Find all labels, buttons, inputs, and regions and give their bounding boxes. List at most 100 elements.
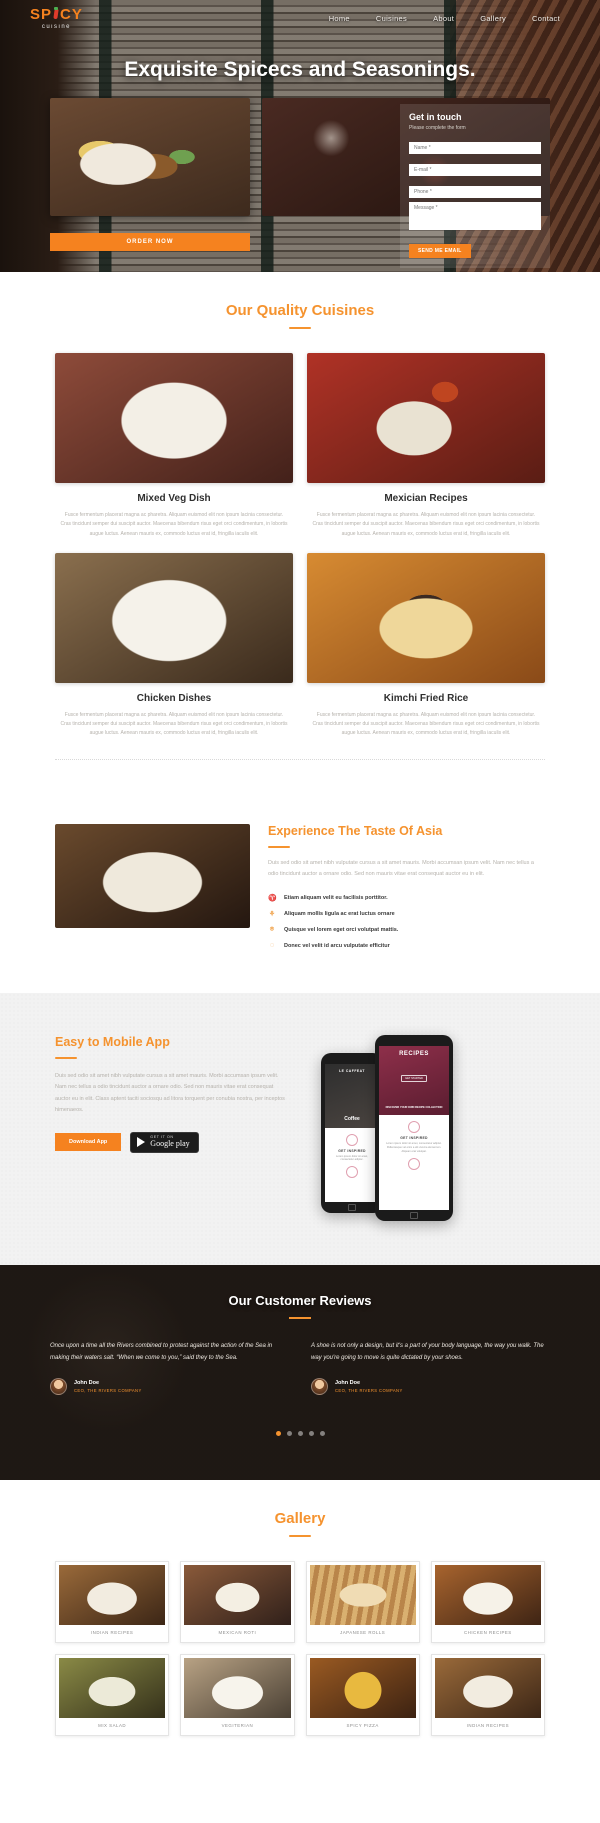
nav-item-home[interactable]: Home: [329, 14, 350, 23]
order-now-button[interactable]: ORDER NOW: [50, 233, 250, 251]
nav-item-contact[interactable]: Contact: [532, 14, 560, 23]
asia-list-item-label: Aliquam mollis ligula ac erat luctus orn…: [284, 911, 395, 918]
asia-list-item-label: Donec vel velit id arcu vulputate effici…: [284, 942, 390, 949]
phone-back-title: Coffee: [344, 1115, 360, 1122]
gallery-item[interactable]: MEXICAN ROTI: [180, 1561, 295, 1644]
hero-section: SP CY cuisine Home Cuisines About Galler…: [0, 0, 600, 272]
gallery-item[interactable]: INDIAN RECIPES: [430, 1654, 545, 1737]
cuisine-card-text: Fusce fermentum placerat magna ac pharet…: [312, 512, 540, 537]
gallery-heading-rule: [289, 1535, 311, 1538]
nav-item-gallery[interactable]: Gallery: [480, 14, 506, 23]
cuisine-card-title: Mexician Recipes: [384, 493, 468, 504]
nav-item-cuisines[interactable]: Cuisines: [376, 14, 407, 23]
contact-form-subtitle: Please complete the form: [409, 125, 466, 131]
mobile-app-buttons: Download App GET IT ON Google play: [55, 1132, 285, 1153]
carousel-dot[interactable]: [286, 1431, 292, 1437]
cuisine-card[interactable]: Chicken Dishes Fusce fermentum placerat …: [55, 552, 293, 739]
gallery-item-image: [59, 1565, 166, 1626]
carousel-dot[interactable]: [308, 1431, 314, 1437]
gallery-item-image: [434, 1565, 541, 1626]
name-field[interactable]: [409, 142, 541, 154]
gallery-item-image: [434, 1658, 541, 1719]
asia-list-item: ◌ Donec vel velit id arcu vulputate effi…: [268, 942, 545, 949]
carousel-dot[interactable]: [275, 1431, 281, 1437]
mobile-app-text-column: Easy to Mobile App Duis sed odio sit ame…: [55, 1035, 285, 1153]
hero-food-photo: [50, 98, 250, 216]
cuisine-card-title: Mixed Veg Dish: [137, 493, 211, 504]
gallery-item-image: [59, 1658, 166, 1719]
phone-front-hero: RECIPES GET STARTED DISCOVER YOUR OWN RE…: [379, 1046, 449, 1115]
gallery-section: Gallery INDIAN RECIPES MEXICAN ROTI JAPA…: [0, 1480, 600, 1770]
restaurant-landing-page: SP CY cuisine Home Cuisines About Galler…: [0, 0, 600, 1823]
phone-back-brand: LE CAFFEAT: [339, 1069, 365, 1074]
phone-front-cta-pill: GET STARTED: [401, 1075, 427, 1083]
gallery-item[interactable]: CHICKEN RECIPES: [430, 1561, 545, 1644]
email-field[interactable]: [409, 164, 541, 176]
gallery-item-image: [309, 1565, 416, 1626]
gallery-item-caption: MEXICAN ROTI: [218, 1630, 257, 1636]
cuisine-card[interactable]: Kimchi Fried Rice Fusce fermentum placer…: [307, 552, 545, 739]
gallery-item-image: [184, 1658, 291, 1719]
cuisine-card[interactable]: Mexician Recipes Fusce fermentum placera…: [307, 353, 545, 539]
review-card: Once upon a time all the Rivers combined…: [50, 1341, 289, 1396]
gallery-item-caption: INDIAN RECIPES: [90, 1630, 134, 1636]
gallery-item[interactable]: INDIAN RECIPES: [55, 1561, 170, 1644]
chili-icon: ♈: [268, 895, 277, 903]
gallery-item[interactable]: VEGITERIAN: [180, 1654, 295, 1737]
phone-back-screen: LE CAFFEAT Coffee GET INSPIRED Lorem ips…: [325, 1064, 379, 1203]
cuisine-card[interactable]: Mixed Veg Dish Fusce fermentum placerat …: [55, 353, 293, 539]
review-author-role: CEO, THE RIVERS COMPANY: [335, 1388, 403, 1394]
asia-heading-rule: [268, 845, 290, 848]
google-play-text: GET IT ON Google play: [150, 1135, 189, 1149]
site-logo[interactable]: SP CY cuisine: [30, 5, 83, 30]
phone-mockups: LE CAFFEAT Coffee GET INSPIRED Lorem ips…: [305, 1035, 545, 1225]
cuisine-card-title: Kimchi Fried Rice: [383, 692, 469, 704]
logo-tagline: cuisine: [41, 23, 72, 30]
cuisine-card-image: [55, 552, 293, 683]
phone-field[interactable]: [409, 186, 541, 198]
phone-back-section-label: GET INSPIRED: [338, 1148, 366, 1153]
send-message-button[interactable]: SEND ME EMAIL: [409, 244, 471, 258]
logo-text-second: CY: [60, 5, 83, 23]
review-author: John Doe CEO, THE RIVERS COMPANY: [50, 1378, 289, 1396]
phone-back-body-text: Lorem ipsum dolor sit amet, consectetur …: [335, 1154, 368, 1162]
download-app-button[interactable]: Download App: [55, 1133, 122, 1152]
phone-mockup-front: RECIPES GET STARTED DISCOVER YOUR OWN RE…: [375, 1035, 453, 1222]
customer-reviews-section: Our Customer Reviews Once upon a time al…: [0, 1265, 600, 1481]
gallery-item-caption: JAPANESE ROLLS: [340, 1630, 386, 1636]
message-field[interactable]: [409, 202, 541, 230]
asia-text-column: Experience The Taste Of Asia Duis sed od…: [268, 824, 545, 958]
review-author-name: John Doe: [74, 1380, 100, 1387]
phone-front-screen: RECIPES GET STARTED DISCOVER YOUR OWN RE…: [379, 1046, 449, 1211]
asia-list-item: ⍟ Quisque vel lorem eget orci volutpat m…: [268, 926, 545, 934]
gallery-item[interactable]: SPICY PIZZA: [305, 1654, 420, 1737]
avatar: [311, 1378, 328, 1396]
section-divider: [55, 758, 545, 760]
mobile-app-heading: Easy to Mobile App: [55, 1035, 170, 1050]
cuisines-heading-rule: [289, 327, 311, 329]
mobile-app-body-text: Duis sed odio sit amet nibh vulputate cu…: [55, 1073, 285, 1113]
asia-list-item-label: Quisque vel lorem eget orci volutpat mat…: [284, 927, 399, 934]
google-play-badge[interactable]: GET IT ON Google play: [130, 1132, 199, 1153]
google-play-icon: [137, 1137, 146, 1148]
mobile-app-section: Easy to Mobile App Duis sed odio sit ame…: [0, 993, 600, 1266]
phone-back-body: GET INSPIRED Lorem ipsum dolor sit amet,…: [325, 1128, 379, 1188]
phone-back-hero: LE CAFFEAT Coffee: [325, 1064, 379, 1128]
cuisine-card-title: Chicken Dishes: [136, 692, 212, 704]
recipe-icon: [408, 1157, 420, 1170]
contact-form-panel: Get in touch Please complete the form SE…: [400, 104, 550, 268]
chili-pepper-icon: [53, 6, 59, 19]
gallery-item[interactable]: JAPANESE ROLLS: [305, 1561, 420, 1644]
gallery-item[interactable]: MIX SALAD: [55, 1654, 170, 1737]
carousel-dot[interactable]: [297, 1431, 303, 1437]
cuisines-heading: Our Quality Cuisines: [225, 302, 375, 319]
review-card: A shoe is not only a design, but it's a …: [311, 1341, 550, 1396]
phone-home-button: [348, 1204, 356, 1212]
carousel-dot[interactable]: [319, 1431, 325, 1437]
asia-list-item-label: Etiam aliquam velit eu facilisis porttit…: [284, 895, 388, 902]
phone-home-button: [410, 1212, 418, 1220]
hero-headline: Exquisite Spicecs and Seasonings.: [124, 58, 476, 81]
phone-front-subtitle: DISCOVER YOUR OWN RECIPE COLLECTION: [385, 1105, 443, 1109]
nav-item-about[interactable]: About: [433, 14, 454, 23]
phone-mockup-back: LE CAFFEAT Coffee GET INSPIRED Lorem ips…: [321, 1053, 383, 1214]
